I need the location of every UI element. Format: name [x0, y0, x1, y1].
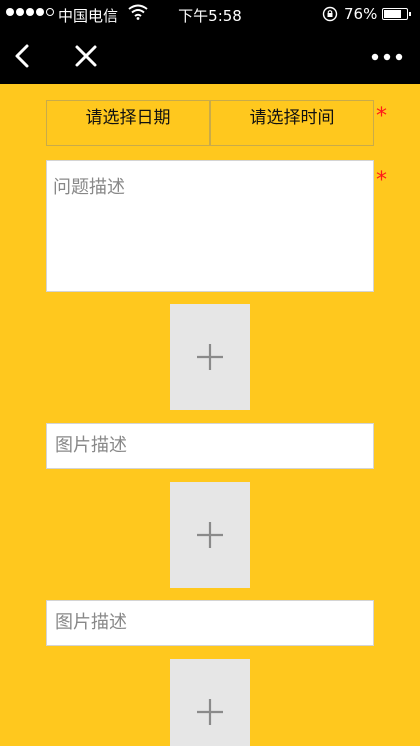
add-image-button[interactable] — [170, 659, 250, 746]
time-select-button[interactable]: 请选择时间 — [210, 100, 374, 146]
battery-icon — [382, 8, 411, 20]
date-select-button[interactable]: 请选择日期 — [46, 100, 210, 146]
close-icon[interactable] — [72, 42, 100, 70]
battery-percentage: 76% — [344, 5, 378, 23]
back-icon[interactable] — [10, 42, 36, 70]
required-indicator: * — [376, 104, 387, 129]
problem-description-placeholder: 问题描述 — [53, 177, 125, 198]
status-bar: 中国电信 下午5:58 76% — [0, 0, 420, 28]
plus-icon — [197, 344, 223, 370]
problem-description-field[interactable]: 问题描述 — [46, 160, 374, 292]
rotation-lock-icon — [322, 6, 338, 22]
image-description-input[interactable]: 图片描述 — [46, 423, 374, 469]
image-description-placeholder: 图片描述 — [55, 612, 127, 633]
image-description-placeholder: 图片描述 — [55, 435, 127, 456]
image-description-input[interactable]: 图片描述 — [46, 600, 374, 646]
plus-icon — [197, 699, 223, 725]
more-icon[interactable] — [370, 52, 404, 62]
add-image-button[interactable] — [170, 482, 250, 588]
required-indicator: * — [376, 168, 387, 193]
navigation-bar — [0, 28, 420, 84]
add-image-button[interactable] — [170, 304, 250, 410]
plus-icon — [197, 522, 223, 548]
